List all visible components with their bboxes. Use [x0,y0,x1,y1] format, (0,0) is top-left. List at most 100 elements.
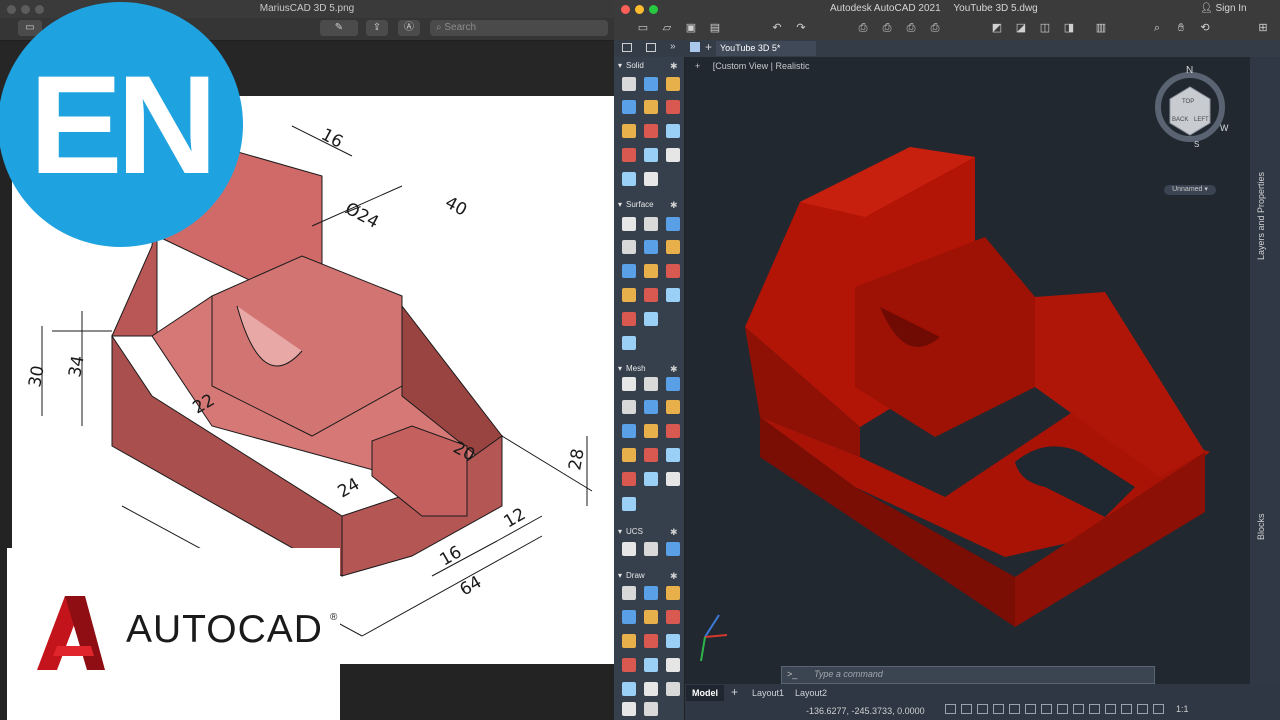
viewer-search-input[interactable]: ⌕ Search [430,20,608,36]
plot-icon[interactable]: ⎙ [856,22,870,34]
zoom-window-button[interactable] [649,5,658,14]
new-tab-plus-icon[interactable]: + [705,40,712,54]
status-toggle-icon[interactable] [977,704,988,714]
palette-tool-icon[interactable] [666,400,680,414]
viewport-menu[interactable]: + [695,61,700,71]
palette-tool-icon[interactable] [644,586,658,600]
shade-icon[interactable]: ◪ [1014,22,1028,34]
palette-tool-icon[interactable] [666,610,680,624]
palette-tool-icon[interactable] [666,634,680,648]
properties-icon[interactable]: ⊞ [1256,22,1270,34]
palette-tool-icon[interactable] [622,336,636,350]
undo-icon[interactable]: ↶ [770,22,784,34]
palette-tool-icon[interactable] [666,124,680,138]
palette-tool-icon[interactable] [644,658,658,672]
palette-tool-icon[interactable] [644,264,658,278]
palette-tool-icon[interactable] [666,448,680,462]
palette-tool-icon[interactable] [622,100,636,114]
expand-tabs-icon[interactable]: » [670,41,676,52]
palette-tool-icon[interactable] [622,424,636,438]
file-tabs-icon[interactable] [646,43,656,52]
viewcube-cube[interactable] [1169,86,1211,136]
palette-tool-icon[interactable] [622,542,636,556]
tab-grid-icon[interactable] [690,42,700,52]
palette-tool-icon[interactable] [622,400,636,414]
cube-back-label[interactable]: BACK [1172,117,1188,123]
zoom-icon[interactable]: ⌕ [1150,22,1164,34]
palette-tool-icon[interactable] [644,400,658,414]
status-toggle-icon[interactable] [1137,704,1148,714]
new-file-icon[interactable]: ▭ [636,22,650,34]
pan-icon[interactable]: ✋︎ [1174,22,1188,34]
view-name[interactable]: Custom View [715,61,768,71]
palette-tool-icon[interactable] [622,124,636,138]
annotation-scale[interactable]: 1:1 [1176,704,1189,714]
palette-tool-icon[interactable] [644,702,658,716]
preview-icon[interactable]: ⎙ [904,22,918,34]
start-tab-icon[interactable] [622,43,632,52]
palette-tool-icon[interactable] [622,702,636,716]
command-input[interactable]: Type a command [814,669,883,679]
workspace-icon[interactable]: ▥ [1094,22,1108,34]
palette-tool-icon[interactable] [622,148,636,162]
palette-tool-icon[interactable] [622,682,636,696]
ucs-dropdown[interactable]: Unnamed ▾ [1164,185,1216,195]
palette-tool-icon[interactable] [622,497,636,511]
palette-tool-icon[interactable] [622,658,636,672]
status-toggle-icon[interactable] [1105,704,1116,714]
palette-tool-icon[interactable] [666,472,680,486]
blocks-panel-tab[interactable]: Blocks [1256,513,1266,540]
render-icon[interactable]: ◫ [1038,22,1052,34]
save-icon[interactable]: ▣ [684,22,698,34]
status-toggle-icon[interactable] [1041,704,1052,714]
palette-tool-icon[interactable] [666,100,680,114]
compass-west[interactable]: W [1220,123,1229,133]
publish-icon[interactable]: ⎙ [928,22,942,34]
palette-tool-icon[interactable] [644,610,658,624]
tab-model[interactable]: Model [686,685,724,701]
palette-tool-icon[interactable] [644,217,658,231]
palette-tool-icon[interactable] [644,424,658,438]
palette-tool-icon[interactable] [644,288,658,302]
status-toggle-icon[interactable] [1057,704,1068,714]
status-toggle-icon[interactable] [961,704,972,714]
status-toggle-icon[interactable] [1153,704,1164,714]
palette-tool-icon[interactable] [666,264,680,278]
status-toggle-icon[interactable] [1025,704,1036,714]
minimize-window-button[interactable] [635,5,644,14]
annotate-button[interactable]: Ⓐ [398,20,420,36]
tab-layout2[interactable]: Layout2 [795,688,827,698]
close-window-button[interactable] [621,5,630,14]
palette-tool-icon[interactable] [622,448,636,462]
palette-tool-icon[interactable] [666,377,680,391]
layer-icon[interactable]: ◨ [1062,22,1076,34]
palette-tool-icon[interactable] [622,77,636,91]
status-toggle-icon[interactable] [993,704,1004,714]
palette-tool-icon[interactable] [666,658,680,672]
drawing-viewport[interactable]: N TOP BACK LEFT W S [685,57,1250,687]
save-as-icon[interactable]: ▤ [708,22,722,34]
palette-tool-icon[interactable] [644,682,658,696]
palette-tool-icon[interactable] [622,264,636,278]
visual-style[interactable]: Realistic [776,61,810,71]
viewcube[interactable]: N TOP BACK LEFT W S [1155,65,1229,149]
redo-icon[interactable]: ↷ [794,22,808,34]
palette-tool-icon[interactable] [666,217,680,231]
palette-tool-icon[interactable] [666,682,680,696]
sign-in-button[interactable]: 👤︎ Sign In [1200,3,1247,14]
layers-panel-tab[interactable]: Layers and Properties [1256,172,1266,260]
status-toggle-icon[interactable] [1089,704,1100,714]
palette-tool-icon[interactable] [644,448,658,462]
palette-tool-icon[interactable] [644,472,658,486]
open-file-icon[interactable]: ▱ [660,22,674,34]
orbit-icon[interactable]: ⟲ [1198,22,1212,34]
status-toggle-icon[interactable] [1009,704,1020,714]
palette-tool-icon[interactable] [644,124,658,138]
palette-tool-icon[interactable] [622,634,636,648]
palette-tool-icon[interactable] [644,148,658,162]
palette-tool-icon[interactable] [644,100,658,114]
compass-north[interactable]: N [1186,65,1193,76]
palette-tool-icon[interactable] [666,148,680,162]
palette-tool-icon[interactable] [666,288,680,302]
palette-tool-icon[interactable] [666,542,680,556]
